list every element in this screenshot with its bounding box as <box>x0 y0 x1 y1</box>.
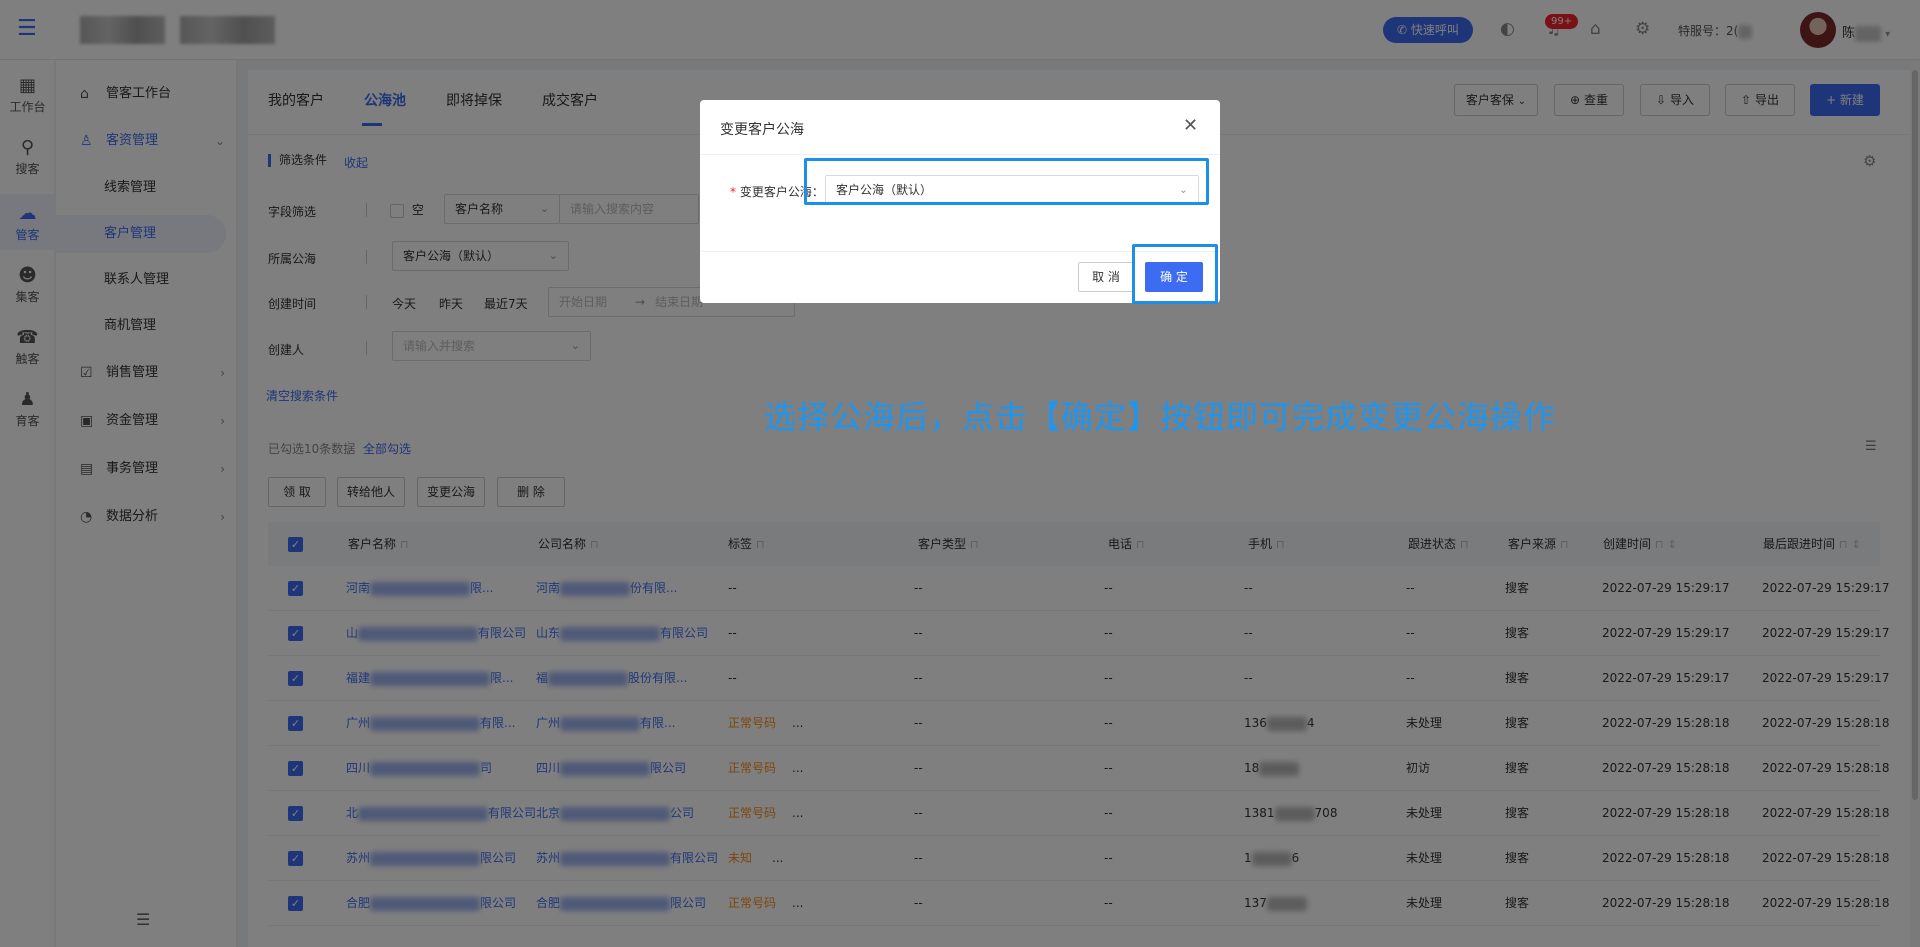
highlight-confirm-button <box>1132 244 1218 304</box>
highlight-pool-select <box>804 158 1209 205</box>
cancel-button[interactable]: 取 消 <box>1078 262 1134 292</box>
required-mark: * <box>730 185 736 199</box>
dialog-header-divider <box>700 154 1220 155</box>
instruction-annotation: 选择公海后，点击【确定】按钮即可完成变更公海操作 <box>764 398 1557 436</box>
close-icon[interactable]: ✕ <box>1183 115 1198 136</box>
dialog-title: 变更客户公海 <box>720 122 804 138</box>
